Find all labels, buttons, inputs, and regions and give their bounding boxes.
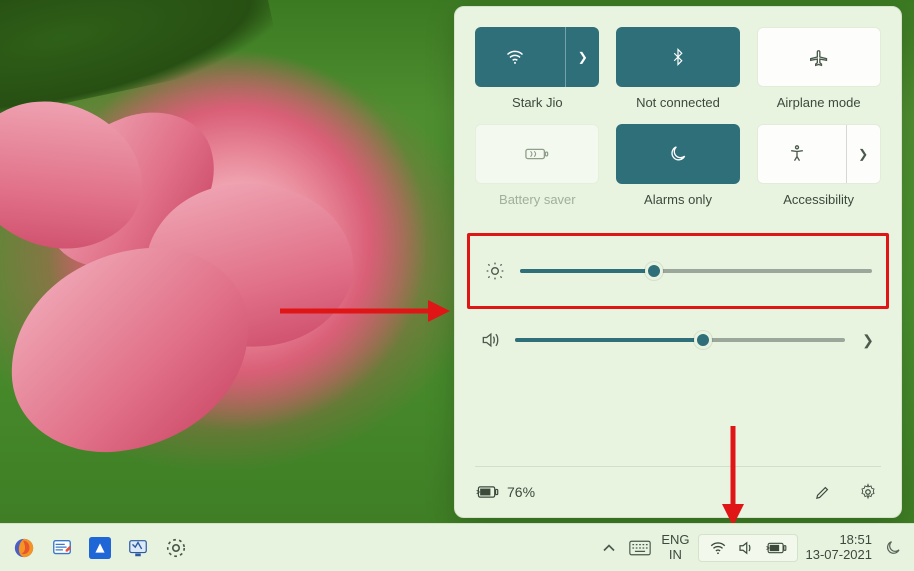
gear-icon [859, 483, 877, 501]
wifi-icon [505, 47, 525, 67]
battery-percent-label: 76% [507, 484, 535, 500]
open-settings-button[interactable] [855, 479, 881, 505]
quick-settings-panel: ❯ Stark Jio Not connected Airplane mode [454, 6, 902, 518]
taskbar-app-firefox[interactable] [8, 532, 40, 564]
taskbar-app-monitor[interactable] [122, 532, 154, 564]
pencil-icon [814, 484, 831, 501]
volume-output-button[interactable]: ❯ [859, 332, 877, 349]
accessibility-icon [787, 144, 807, 164]
system-tray: ENG IN 18:51 13-07-2021 [599, 532, 906, 564]
annotation-arrow-vertical [728, 426, 738, 526]
wifi-expand-button[interactable]: ❯ [565, 27, 599, 87]
accessibility-tile-label: Accessibility [783, 192, 854, 207]
tray-language-button[interactable]: ENG IN [661, 533, 689, 563]
brightness-slider[interactable] [520, 261, 872, 281]
brightness-highlight-box [467, 233, 889, 309]
taskbar-app-settings[interactable] [160, 532, 192, 564]
panel-footer: 76% [475, 466, 881, 505]
battery-icon [765, 541, 787, 555]
battery-charging-icon [475, 484, 499, 500]
battery-saver-tile-label: Battery saver [499, 192, 576, 207]
tray-ime-button[interactable] [627, 532, 653, 564]
taskbar-app-notes[interactable] [46, 532, 78, 564]
tray-quick-settings-button[interactable] [698, 534, 798, 562]
accessibility-tile[interactable]: ❯ [757, 124, 881, 184]
focus-assist-tile[interactable] [616, 124, 740, 184]
chevron-right-icon: ❯ [578, 50, 588, 64]
language-line1: ENG [661, 533, 689, 548]
wallpaper-petal [2, 240, 259, 460]
chevron-right-icon: ❯ [858, 147, 868, 161]
volume-slider[interactable] [515, 330, 845, 350]
wifi-tile-label: Stark Jio [512, 95, 563, 110]
airplane-mode-tile[interactable] [757, 27, 881, 87]
tray-clock-button[interactable]: 18:51 13-07-2021 [806, 533, 873, 563]
annotation-arrow-horizontal [280, 306, 450, 316]
airplane-tile-label: Airplane mode [777, 95, 861, 110]
sliders-section: ❯ [475, 231, 881, 361]
volume-icon [737, 539, 755, 557]
bluetooth-tile[interactable] [616, 27, 740, 87]
clock-time: 18:51 [806, 533, 873, 548]
bluetooth-icon [669, 46, 687, 68]
focus-assist-tile-label: Alarms only [644, 192, 712, 207]
clock-date: 13-07-2021 [806, 548, 873, 563]
moon-icon [668, 144, 688, 164]
accessibility-expand-button[interactable]: ❯ [846, 125, 880, 183]
battery-saver-icon [525, 145, 549, 163]
quick-settings-tiles: ❯ Stark Jio Not connected Airplane mode [475, 27, 881, 207]
tray-focus-assist-icon[interactable] [880, 539, 906, 557]
battery-saver-tile [475, 124, 599, 184]
taskbar-app-blue[interactable] [84, 532, 116, 564]
brightness-icon [484, 261, 506, 281]
airplane-icon [809, 47, 829, 67]
wifi-icon [709, 539, 727, 557]
battery-status[interactable]: 76% [475, 484, 535, 500]
volume-icon [479, 330, 501, 350]
wifi-tile[interactable]: ❯ [475, 27, 599, 87]
language-line2: IN [661, 548, 689, 563]
taskbar: ENG IN 18:51 13-07-2021 [0, 523, 914, 571]
edit-quick-settings-button[interactable] [809, 479, 835, 505]
bluetooth-tile-label: Not connected [636, 95, 720, 110]
tray-overflow-button[interactable] [599, 532, 619, 564]
